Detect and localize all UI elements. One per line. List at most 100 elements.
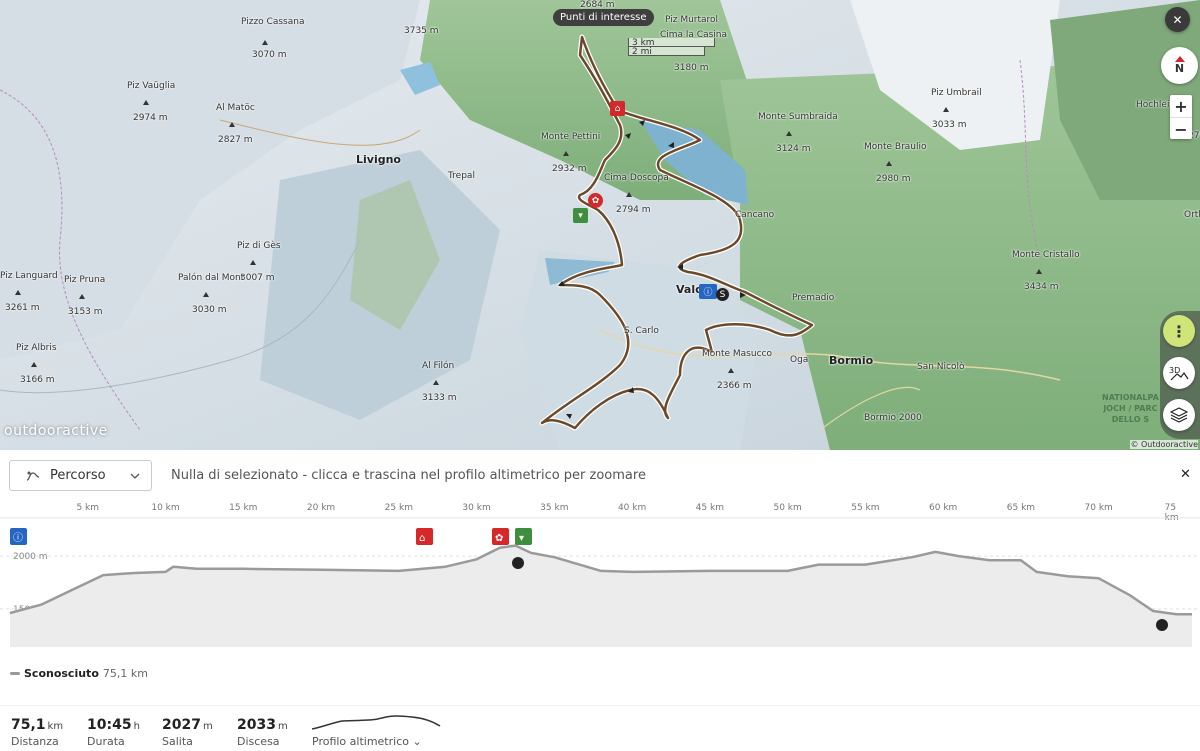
zoom-out-button[interactable]: − — [1170, 118, 1192, 140]
restaurant-marker-icon[interactable]: ✿ — [588, 193, 603, 208]
svg-text:▾: ▾ — [519, 533, 524, 544]
outdooractive-logo: outdooractive — [4, 423, 108, 439]
elevation-chart[interactable]: 2000 m1500 m ⓘ ⌂ ✿ ▾ — [0, 515, 1200, 665]
peak-elevation: 3735 m — [404, 26, 439, 36]
peak-elevation: 3030 m — [192, 305, 227, 315]
peak-elevation: 3124 m — [776, 144, 811, 154]
svg-text:✿: ✿ — [495, 533, 503, 544]
x-tick-label: 5 km — [76, 503, 100, 513]
peak-name: Monte Braulio — [864, 142, 927, 152]
place-label: Premadio — [792, 293, 835, 303]
map-credit[interactable]: © Outdooractive — [1130, 440, 1198, 449]
peak-name: Cima Doscopa — [604, 173, 669, 183]
peak-elevation: 3180 m — [674, 63, 709, 73]
start-marker-icon[interactable]: S — [716, 288, 729, 301]
peak-name: Palón dal Mont — [178, 273, 245, 283]
peak-icon — [143, 100, 149, 105]
peak-name: Monte Masucco — [702, 349, 772, 359]
stat-label: Distanza — [11, 735, 59, 748]
poi-toggle-button[interactable]: Punti di interesse — [553, 9, 654, 26]
stat-unit: h — [133, 721, 140, 732]
peak-name: Monte Pettini — [541, 132, 601, 142]
peak-name: Pizzo Cassana — [241, 17, 305, 27]
end-marker[interactable] — [1156, 619, 1168, 631]
x-tick-label: 45 km — [695, 503, 725, 513]
route-stats: 75,1 km Distanza 10:45 h Durata 2027 m Sali… — [0, 705, 1200, 751]
x-tick-label: 55 km — [851, 503, 880, 513]
x-tick-label: 60 km — [929, 503, 958, 513]
map-side-controls: ⋮ 3D — [1160, 311, 1200, 439]
more-options-button[interactable]: ⋮ — [1163, 315, 1195, 347]
mini-profile-thumbnail — [311, 715, 441, 730]
info-marker-icon[interactable]: ⓘ — [699, 284, 717, 299]
profile-poi-icons: ⓘ ⌂ ✿ ▾ — [10, 528, 532, 545]
peak-icon — [203, 292, 209, 297]
summit-marker[interactable] — [512, 557, 524, 569]
peak-icon — [79, 294, 85, 299]
peak-icon — [626, 192, 632, 197]
peak-elevation: 2794 m — [616, 205, 651, 215]
stat-descent: 2033 m Discesa — [237, 714, 288, 748]
stat-unit: m — [202, 721, 213, 732]
svg-text:ⓘ: ⓘ — [13, 532, 23, 544]
viewpoint-marker-icon[interactable]: ▾ — [573, 208, 588, 223]
svg-text:3D: 3D — [1169, 366, 1180, 375]
stat-value: 10:45 — [87, 717, 132, 733]
hut-marker-icon[interactable]: ⌂ — [610, 101, 625, 116]
x-tick-label: 15 km — [229, 503, 258, 513]
stat-distance: 75,1 km Distanza — [11, 714, 63, 748]
route-selector-dropdown[interactable]: Percorso — [9, 460, 152, 491]
x-tick-label: 30 km — [462, 503, 491, 513]
close-profile-button[interactable]: ✕ — [1180, 467, 1191, 482]
close-map-button[interactable]: ✕ — [1165, 7, 1190, 32]
stat-value: 75,1 — [11, 717, 46, 733]
place-label: Livigno — [356, 153, 401, 166]
place-label: Trepal — [448, 171, 475, 181]
stat-label: Durata — [87, 735, 125, 748]
close-icon: ✕ — [1180, 467, 1191, 482]
stat-unit: m — [277, 721, 288, 732]
layers-icon — [1170, 407, 1188, 423]
x-tick-label: 25 km — [384, 503, 413, 513]
scale-mi: 2 mi — [628, 47, 705, 57]
peak-elevation: 3007 m — [240, 273, 275, 283]
map-view[interactable]: Livigno Trepal Bormio Valdi S. Carlo Can… — [0, 0, 1200, 450]
x-tick-label: 40 km — [617, 503, 647, 513]
scale-km: 3 km — [628, 38, 715, 48]
peak-name: Piz di Gès — [237, 241, 281, 251]
profile-link-text: Profilo altimetrico — [312, 735, 409, 748]
legend-value: 75,1 km — [102, 667, 148, 680]
legend-label: Sconosciuto — [24, 667, 99, 680]
peak-icon — [943, 107, 949, 112]
profile-link-label: Profilo altimetrico ⌄ — [312, 735, 442, 748]
peak-icon — [728, 368, 734, 373]
stat-label: Salita — [162, 735, 193, 748]
peak-name: Piz Vaüglia — [127, 81, 176, 91]
place-label: Oga — [790, 355, 809, 365]
peak-elevation: 3070 m — [252, 50, 287, 60]
stat-duration: 10:45 h Durata — [87, 714, 140, 748]
legend-swatch — [10, 672, 20, 675]
peak-name: Piz Languard — [0, 271, 58, 281]
peak-name: Piz Murtarol — [665, 15, 719, 25]
map-terrain — [0, 0, 1200, 450]
compass-button[interactable]: N — [1161, 47, 1198, 84]
place-label: S. Carlo — [624, 326, 659, 336]
peak-name: Piz Pruna — [64, 275, 106, 285]
profile-link[interactable]: Profilo altimetrico ⌄ — [311, 711, 442, 748]
peak-name: Monte Cristallo — [1012, 250, 1080, 260]
peak-elevation: 3153 m — [68, 307, 103, 317]
place-label: San Nicolò — [917, 362, 965, 372]
dropdown-label: Percorso — [50, 468, 106, 483]
map-scale: 3 km 2 mi — [628, 38, 715, 57]
peak-icon — [1036, 269, 1042, 274]
peak-icon — [31, 362, 37, 367]
stat-value: 2027 — [162, 717, 201, 733]
peak-elevation: 2366 m — [717, 381, 752, 391]
3d-view-button[interactable]: 3D — [1163, 357, 1195, 389]
zoom-in-button[interactable]: + — [1170, 95, 1192, 118]
peak-elevation: 2980 m — [876, 174, 911, 184]
stat-label: Discesa — [237, 735, 280, 748]
stat-value: 2033 — [237, 717, 276, 733]
layers-button[interactable] — [1163, 399, 1195, 431]
